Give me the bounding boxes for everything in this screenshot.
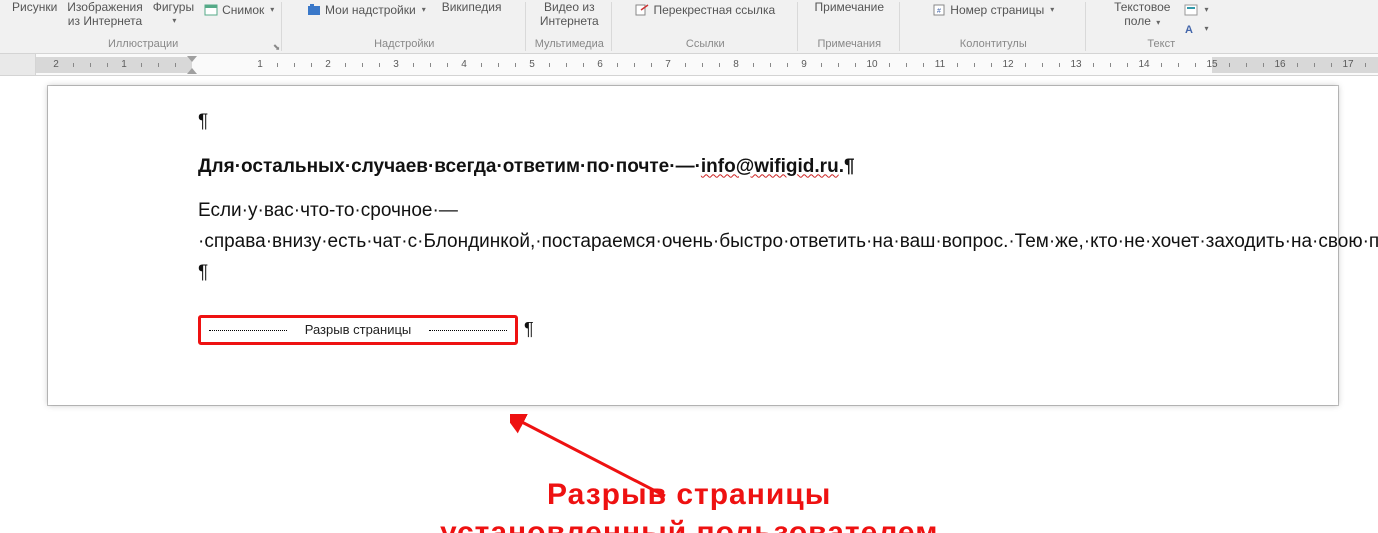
chevron-down-icon: ▾ — [420, 3, 426, 17]
email-text: info@wifigid.ru — [701, 156, 839, 177]
ruler-tick: 4 — [461, 57, 467, 73]
page: ¶ Для·остальных·случаев·всегда·ответим·п… — [48, 86, 1338, 405]
online-pictures-button[interactable]: Изображения из Интернета — [63, 0, 146, 28]
video-label-1: Видео из — [544, 0, 595, 14]
bold-paragraph: Для·остальных·случаев·всегда·ответим·по·… — [198, 151, 1310, 182]
group-label-addins: Надстройки — [286, 38, 522, 51]
wordart-button[interactable]: A ▾ — [1180, 20, 1212, 38]
group-label-media: Мультимедиа — [530, 38, 608, 51]
shapes-label: Фигуры — [153, 0, 194, 14]
page-number-icon: # — [932, 4, 946, 16]
chevron-down-icon: ▾ — [1202, 3, 1208, 17]
wikipedia-label: Википедия — [442, 0, 502, 14]
ruler-tick: 3 — [393, 57, 399, 73]
dialog-launcher-icon[interactable]: ⬊ — [273, 42, 281, 53]
ruler-tick: 1 — [257, 57, 263, 73]
quick-parts-button[interactable]: ▾ — [1180, 1, 1212, 19]
body-paragraph: Если·у·вас·что-то·срочное·—·справа·внизу… — [198, 195, 1310, 289]
page-break-pilcrow: ¶ — [524, 315, 534, 345]
ruler-tick: 10 — [866, 57, 877, 73]
my-addins-label: Мои надстройки — [325, 3, 416, 17]
online-video-button[interactable]: Видео из Интернета — [536, 0, 603, 28]
pictures-label: Рисунки — [12, 0, 57, 14]
empty-paragraph-mark: ¶ — [198, 106, 1310, 137]
shapes-button[interactable]: Фигуры ▾ — [149, 0, 198, 28]
bold-text-prefix: Для·остальных·случаев·всегда·ответим·по·… — [198, 156, 701, 177]
page-break-indicator: Разрыв страницы — [198, 315, 518, 345]
my-addins-button[interactable]: Мои надстройки ▾ — [303, 1, 430, 19]
comment-label: Примечание — [815, 0, 884, 14]
ruler-corner — [0, 54, 36, 75]
bold-text-suffix: .¶ — [839, 156, 855, 177]
ruler-tick: 17 — [1342, 57, 1353, 73]
textbox-label-1: Текстовое — [1114, 0, 1170, 14]
ruler-tick: 12 — [1002, 57, 1013, 73]
page-number-label: Номер страницы — [950, 3, 1044, 17]
group-media: Видео из Интернета Мультимедиа — [526, 0, 612, 53]
ruler-tick: 5 — [529, 57, 535, 73]
group-label-comments: Примечания — [802, 38, 896, 51]
svg-text:A: A — [1185, 24, 1193, 35]
group-addins: Мои надстройки ▾ Википедия Надстройки — [282, 0, 526, 53]
svg-text:#: # — [937, 8, 941, 15]
page-number-button[interactable]: # Номер страницы ▾ — [928, 1, 1058, 19]
ruler-margin-left — [36, 57, 192, 73]
screenshot-icon — [204, 4, 218, 16]
ruler-tick: 2 — [53, 57, 59, 73]
annotation-line-2: установленный пользователем — [440, 514, 938, 533]
cross-reference-label: Перекрестная ссылка — [653, 3, 775, 17]
page-content[interactable]: ¶ Для·остальных·случаев·всегда·ответим·п… — [48, 86, 1338, 405]
online-pictures-label-2: из Интернета — [68, 14, 142, 28]
group-label-links: Ссылки — [616, 38, 794, 51]
chevron-down-icon: ▾ — [170, 14, 176, 28]
document-area[interactable]: ¶ Для·остальных·случаев·всегда·ответим·п… — [0, 76, 1378, 533]
pictures-button[interactable]: Рисунки — [8, 0, 61, 14]
group-label-illustrations: Иллюстрации — [8, 38, 278, 51]
chevron-down-icon: ▾ — [1154, 18, 1160, 27]
hanging-indent-marker[interactable] — [187, 68, 197, 74]
group-label-headers: Колонтитулы — [904, 38, 1082, 51]
ruler-tick: 13 — [1070, 57, 1081, 73]
ruler-tick: 15 — [1206, 57, 1217, 73]
horizontal-ruler[interactable]: 2112345678910111213141516171819 — [0, 54, 1378, 76]
chevron-down-icon: ▾ — [1202, 22, 1208, 36]
group-comments: Примечание Примечания — [798, 0, 900, 53]
ruler-tick: 14 — [1138, 57, 1149, 73]
chevron-down-icon: ▾ — [1048, 3, 1054, 17]
wordart-icon: A — [1184, 23, 1198, 35]
online-pictures-label-1: Изображения — [67, 0, 142, 14]
comment-button[interactable]: Примечание — [811, 0, 888, 14]
group-headers: # Номер страницы ▾ Колонтитулы — [900, 0, 1086, 53]
page-break-row: Разрыв страницы ¶ — [198, 315, 1310, 345]
ruler-tick: 16 — [1274, 57, 1285, 73]
ruler-tick: 2 — [325, 57, 331, 73]
cross-reference-icon — [635, 4, 649, 16]
group-illustrations: Рисунки Изображения из Интернета Фигуры … — [4, 0, 282, 53]
page-break-label: Разрыв страницы — [305, 319, 412, 340]
quick-parts-icon — [1184, 4, 1198, 16]
ruler-tick: 8 — [733, 57, 739, 73]
ruler-tick: 9 — [801, 57, 807, 73]
textbox-label-2: поле — [1124, 14, 1151, 28]
annotation-line-1: Разрыв страницы — [440, 476, 938, 514]
ruler-tick: 7 — [665, 57, 671, 73]
wikipedia-button[interactable]: Википедия — [438, 0, 506, 14]
group-text: Текстовое поле ▾ ▾ A ▾ Текст — [1086, 0, 1236, 53]
screenshot-button[interactable]: Снимок ▾ — [200, 1, 278, 19]
annotation-callout: Разрыв страницы установленный пользовате… — [440, 476, 938, 533]
group-links: Перекрестная ссылка Ссылки — [612, 0, 798, 53]
textbox-button[interactable]: Текстовое поле ▾ — [1110, 0, 1174, 30]
ruler-tick: 6 — [597, 57, 603, 73]
ruler-tick: 11 — [935, 57, 945, 73]
ruler-tick: 1 — [121, 57, 127, 73]
video-label-2: Интернета — [540, 14, 599, 28]
first-line-indent-marker[interactable] — [187, 56, 197, 62]
addins-icon — [307, 4, 321, 16]
cross-reference-button[interactable]: Перекрестная ссылка — [631, 1, 779, 19]
chevron-down-icon: ▾ — [268, 3, 274, 17]
screenshot-label: Снимок — [222, 3, 264, 17]
ribbon: Рисунки Изображения из Интернета Фигуры … — [0, 0, 1378, 54]
group-label-text: Текст — [1090, 38, 1232, 51]
